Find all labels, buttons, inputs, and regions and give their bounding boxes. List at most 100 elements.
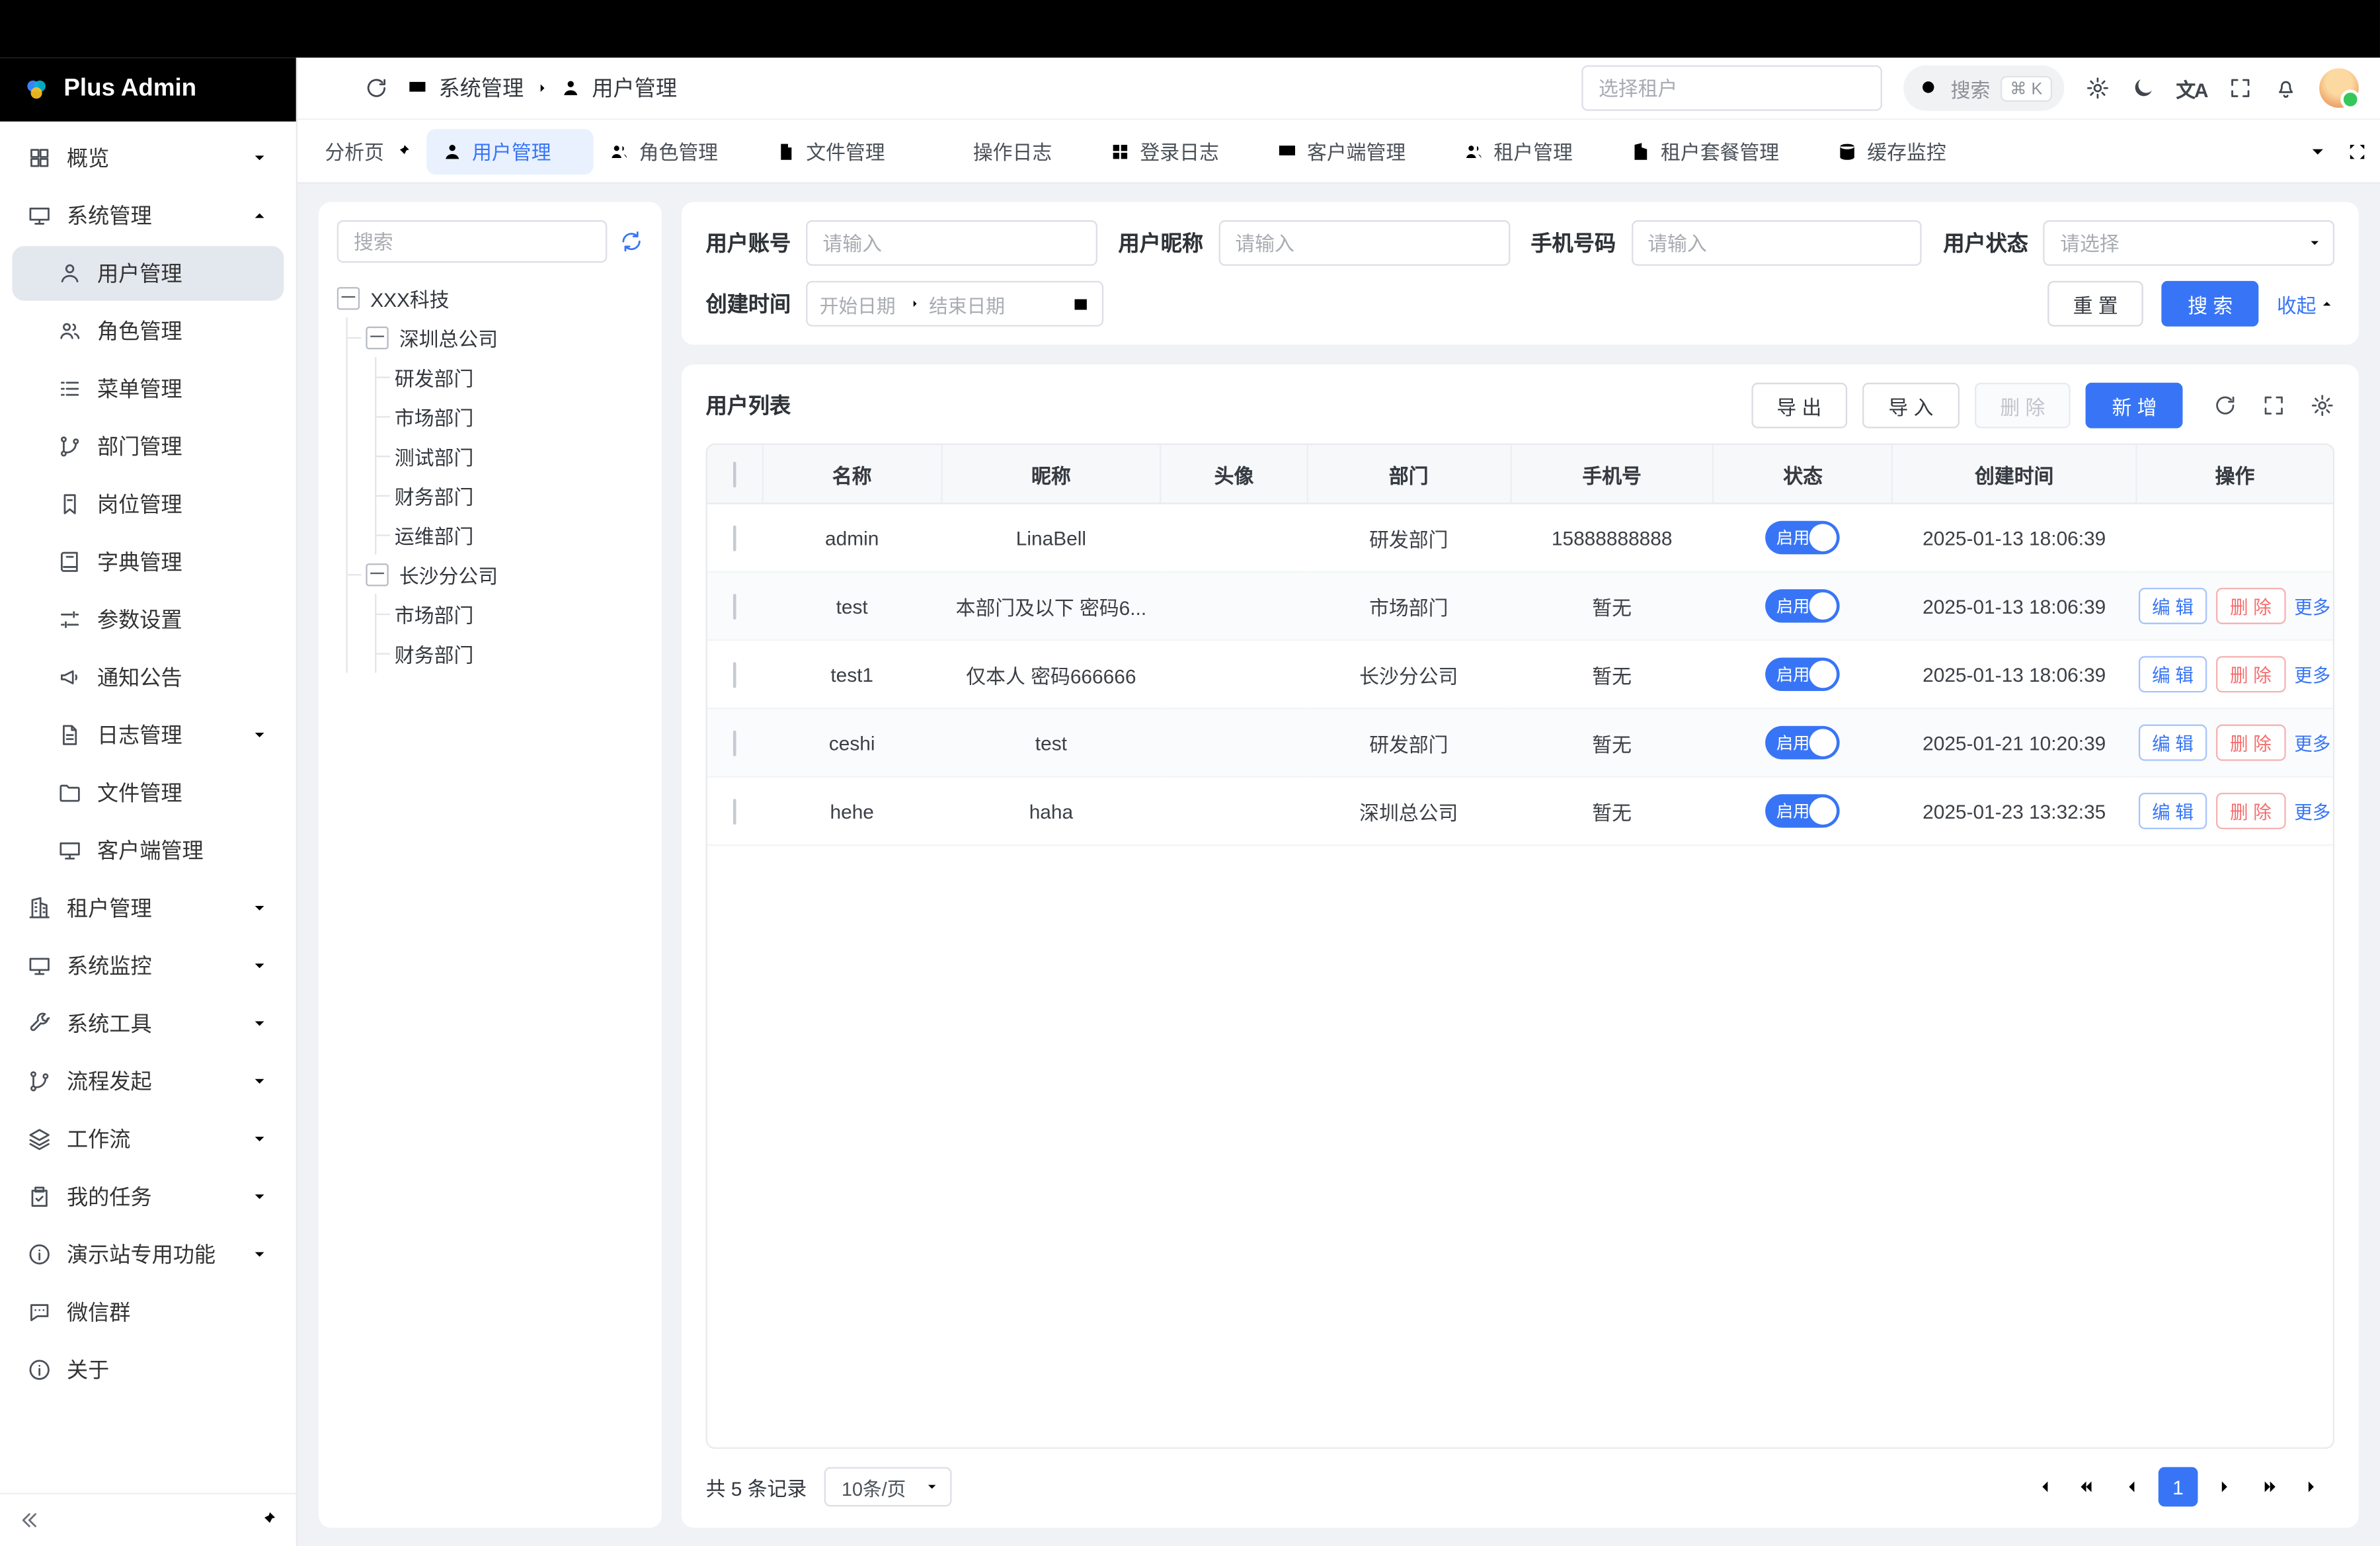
select-all-checkbox[interactable]	[733, 461, 736, 487]
sidebar-item-tenant-management[interactable]: 租户管理	[12, 881, 284, 936]
refresh-page-icon[interactable]	[364, 76, 389, 101]
prev-page-icon[interactable]	[2113, 1467, 2153, 1507]
tree-node-company[interactable]: 深圳总公司	[366, 317, 643, 357]
row-checkbox[interactable]	[733, 593, 736, 619]
sidebar-item-workflow[interactable]: 工作流	[12, 1112, 284, 1166]
tenant-select-input[interactable]	[1582, 65, 1883, 111]
first-page-icon[interactable]	[2022, 1467, 2061, 1507]
sidebar-item-wechat-group[interactable]: 微信群	[12, 1285, 284, 1340]
sidebar-item-system-tools[interactable]: 系统工具	[12, 997, 284, 1051]
current-page-button[interactable]: 1	[2159, 1467, 2198, 1507]
tree-node-department[interactable]: 运维部门	[395, 515, 644, 555]
close-icon[interactable]	[894, 142, 912, 161]
collapse-filters-link[interactable]: 收起	[2277, 290, 2334, 319]
tab-client-management[interactable]: 客户端管理	[1261, 128, 1448, 174]
next-chunk-icon[interactable]	[2250, 1467, 2289, 1507]
more-actions-link[interactable]: 更多	[2294, 661, 2330, 687]
sidebar-item-about[interactable]: 关于	[12, 1342, 284, 1397]
notifications-bell-icon[interactable]	[2274, 76, 2298, 101]
close-icon[interactable]	[1228, 142, 1247, 161]
delete-row-button[interactable]: 删 除	[2216, 725, 2285, 761]
edit-button[interactable]: 编 辑	[2138, 656, 2207, 692]
tree-node-department[interactable]: 研发部门	[395, 357, 644, 397]
close-icon[interactable]	[560, 142, 578, 161]
row-checkbox[interactable]	[733, 798, 736, 824]
page-size-input[interactable]	[825, 1467, 953, 1507]
sidebar-item-notice[interactable]: 通知公告	[12, 650, 284, 705]
delete-row-button[interactable]: 删 除	[2216, 793, 2285, 829]
delete-row-button[interactable]: 删 除	[2216, 656, 2285, 692]
row-checkbox[interactable]	[733, 730, 736, 756]
search-button[interactable]: 搜 索	[2162, 281, 2258, 327]
tab-tenant-management[interactable]: 租户管理	[1448, 128, 1616, 174]
table-refresh-icon[interactable]	[2213, 393, 2237, 418]
pin-icon[interactable]	[393, 142, 412, 161]
tab-role-management[interactable]: 角色管理	[594, 128, 761, 174]
sidebar-item-user-management[interactable]: 用户管理	[12, 246, 284, 301]
tab-list-chevron-down-icon[interactable]	[2307, 140, 2328, 161]
delete-row-button[interactable]: 删 除	[2216, 588, 2285, 624]
fullscreen-icon[interactable]	[2228, 76, 2252, 101]
sidebar-item-menu-management[interactable]: 菜单管理	[12, 362, 284, 417]
row-checkbox[interactable]	[733, 661, 736, 687]
tree-search-input[interactable]	[337, 220, 608, 263]
translate-icon[interactable]: 文A	[2176, 73, 2207, 102]
close-icon[interactable]	[1955, 142, 1973, 161]
status-toggle[interactable]: 启用	[1766, 657, 1840, 691]
hamburger-menu-icon[interactable]	[319, 75, 346, 102]
sidebar-item-demo-functions[interactable]: 演示站专用功能	[12, 1227, 284, 1282]
reset-button[interactable]: 重 置	[2047, 281, 2144, 327]
collapse-sidebar-icon[interactable]	[19, 1508, 43, 1533]
status-toggle[interactable]: 启用	[1766, 589, 1840, 623]
tab-analysis-page[interactable]: 分析页	[309, 128, 426, 174]
sidebar-item-dict-management[interactable]: 字典管理	[12, 534, 284, 589]
table-fullscreen-icon[interactable]	[2262, 393, 2286, 418]
settings-gear-icon[interactable]	[2085, 76, 2110, 101]
page-size-select[interactable]	[825, 1467, 953, 1507]
sidebar-item-process-initiation[interactable]: 流程发起	[12, 1054, 284, 1109]
tab-tenant-package-management[interactable]: 租户套餐管理	[1615, 128, 1821, 174]
add-button[interactable]: 新 增	[2086, 383, 2182, 428]
sidebar-item-file-management[interactable]: 文件管理	[12, 766, 284, 821]
prev-chunk-icon[interactable]	[2067, 1467, 2107, 1507]
sidebar-item-my-tasks[interactable]: 我的任务	[12, 1169, 284, 1224]
sidebar-item-parameter-settings[interactable]: 参数设置	[12, 592, 284, 647]
sidebar-item-overview[interactable]: 概览	[12, 131, 284, 186]
phone-input[interactable]	[1631, 220, 1922, 266]
close-icon[interactable]	[1788, 142, 1807, 161]
export-button[interactable]: 导 出	[1751, 383, 1847, 428]
nickname-input[interactable]	[1218, 220, 1509, 266]
edit-button[interactable]: 编 辑	[2138, 725, 2207, 761]
pin-sidebar-icon[interactable]	[257, 1510, 278, 1531]
sidebar-item-department-management[interactable]: 部门管理	[12, 419, 284, 474]
close-icon[interactable]	[1061, 142, 1080, 161]
import-button[interactable]: 导 入	[1862, 383, 1959, 428]
status-select[interactable]	[2043, 220, 2334, 266]
last-page-icon[interactable]	[2295, 1467, 2334, 1507]
user-avatar[interactable]	[2319, 68, 2359, 108]
tree-collapse-toggle[interactable]	[366, 326, 388, 348]
sidebar-item-role-management[interactable]: 角色管理	[12, 304, 284, 358]
sidebar-item-system-management[interactable]: 系统管理	[12, 188, 284, 243]
sidebar-item-post-management[interactable]: 岗位管理	[12, 477, 284, 532]
next-page-icon[interactable]	[2204, 1467, 2244, 1507]
delete-button[interactable]: 删 除	[1974, 383, 2071, 428]
tenant-select[interactable]	[1582, 65, 1883, 111]
edit-button[interactable]: 编 辑	[2138, 793, 2207, 829]
row-checkbox[interactable]	[733, 525, 736, 551]
close-icon[interactable]	[1415, 142, 1433, 161]
tabbar-fullscreen-icon[interactable]	[2346, 140, 2367, 161]
global-search[interactable]: 搜索 ⌘ K	[1903, 65, 2063, 111]
sidebar-item-system-monitor[interactable]: 系统监控	[12, 938, 284, 993]
tree-node-department[interactable]: 财务部门	[395, 633, 644, 673]
breadcrumb-item[interactable]: 系统管理	[439, 73, 524, 103]
more-actions-link[interactable]: 更多	[2294, 798, 2330, 824]
sidebar-item-log-management[interactable]: 日志管理	[12, 708, 284, 762]
tab-cache-monitor[interactable]: 缓存监控	[1821, 128, 1989, 174]
tree-node-root[interactable]: XXX科技	[337, 278, 644, 317]
tab-user-management[interactable]: 用户管理	[426, 128, 594, 174]
tree-collapse-toggle[interactable]	[337, 286, 360, 309]
tree-refresh-icon[interactable]	[619, 229, 644, 254]
close-icon[interactable]	[1582, 142, 1601, 161]
status-toggle[interactable]: 启用	[1766, 726, 1840, 760]
